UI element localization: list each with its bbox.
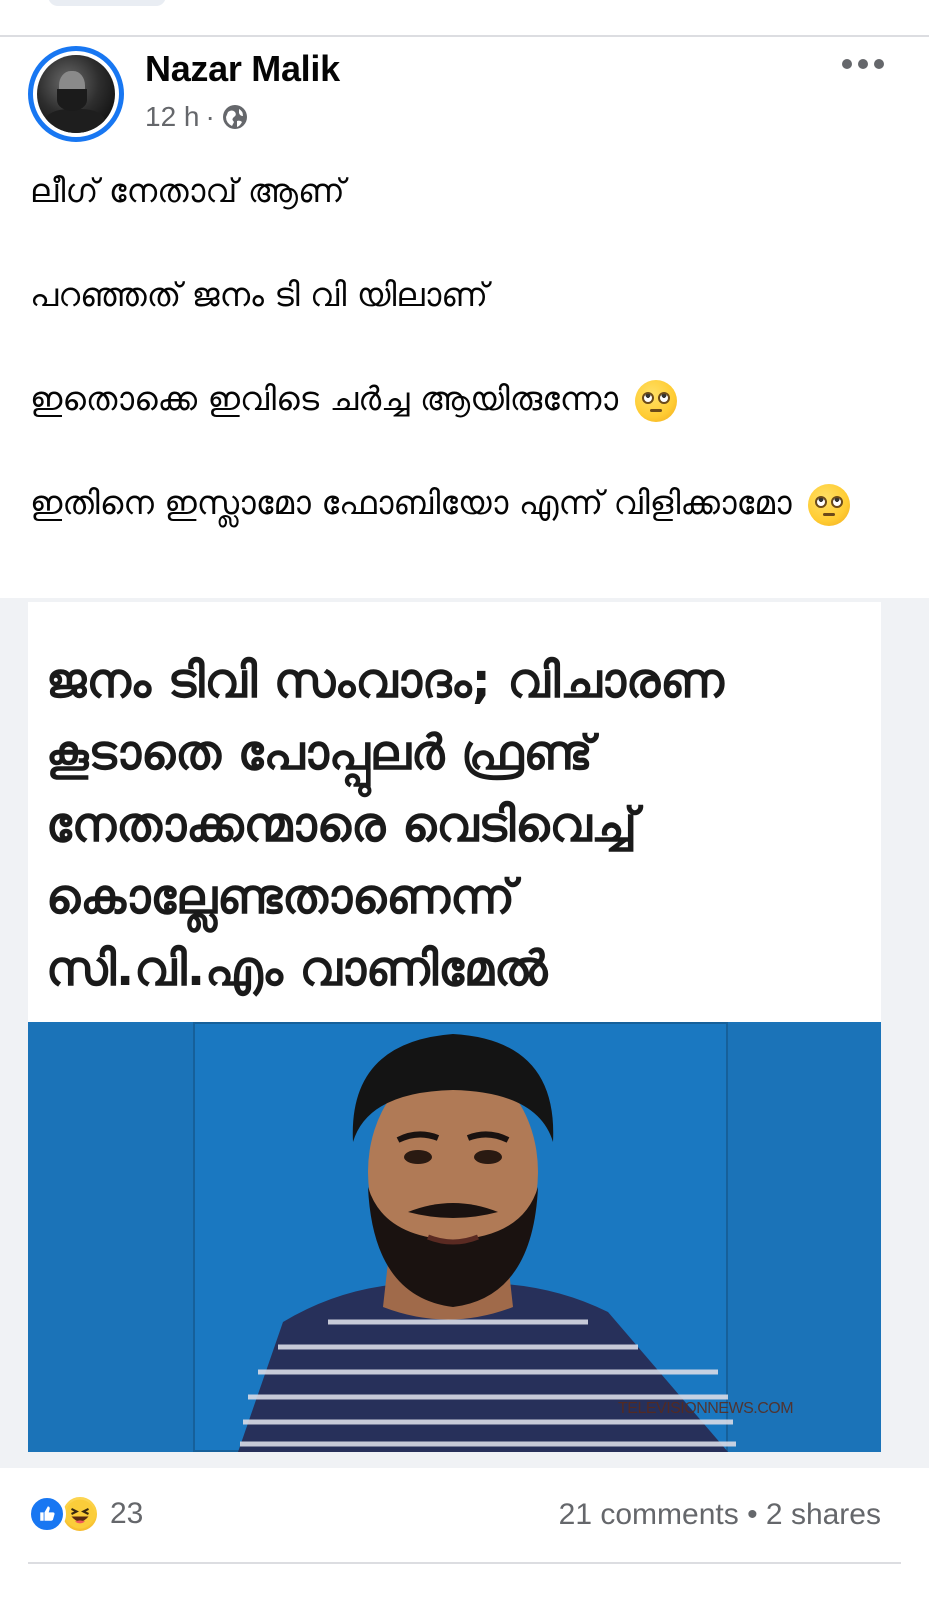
reaction-count: 23 bbox=[110, 1497, 144, 1530]
post-paragraph: ഇതൊക്കെ ഇവിടെ ചർച്ച ആയിരുന്നോ bbox=[30, 373, 890, 425]
post-paragraph: പറഞ്ഞത് ജനം ടി വി യിലാണ് bbox=[30, 275, 488, 314]
post-meta: 12 h · bbox=[145, 101, 249, 133]
top-divider bbox=[0, 35, 929, 37]
more-options-icon[interactable] bbox=[842, 56, 884, 72]
face-with-rolling-eyes-icon bbox=[808, 483, 851, 526]
post-paragraph: ഇതിനെ ഇസ്ലാമോ ഫോബിയോ എന്ന് വിളിക്കാമോ bbox=[30, 477, 890, 529]
haha-icon bbox=[60, 1494, 100, 1534]
photo-watermark: TELEVISIONNEWS.COM bbox=[618, 1400, 794, 1417]
headline-line: നേതാക്കന്മാരെ വെടിവെച്ച് bbox=[46, 797, 638, 853]
person-photo bbox=[238, 1034, 736, 1452]
post-time[interactable]: 12 h bbox=[145, 101, 200, 133]
post-paragraph: ലീഗ് നേതാവ് ആണ് bbox=[30, 171, 345, 210]
bottom-divider bbox=[28, 1562, 901, 1564]
globe-icon[interactable] bbox=[221, 103, 249, 131]
headline-line: ജനം ടിവി സംവാദം; വിചാരണ bbox=[46, 653, 724, 709]
reactions-summary[interactable]: 23 bbox=[28, 1494, 143, 1534]
comments-count[interactable]: 21 comments bbox=[559, 1498, 739, 1531]
news-photo[interactable]: TELEVISIONNEWS.COM bbox=[28, 1022, 881, 1452]
like-icon bbox=[28, 1495, 66, 1533]
author-avatar[interactable] bbox=[28, 46, 124, 142]
headline-line: സി.വി.എം വാണിമേൽ bbox=[46, 941, 548, 997]
author-name[interactable]: Nazar Malik bbox=[145, 48, 340, 90]
shares-count[interactable]: 2 shares bbox=[766, 1498, 881, 1531]
avatar-photo bbox=[37, 55, 115, 133]
stats-dot: • bbox=[747, 1498, 758, 1531]
meta-separator: · bbox=[205, 101, 215, 132]
face-with-rolling-eyes-icon bbox=[634, 379, 677, 422]
headline-line: കൂടാതെ പോപ്പുലർ ഫ്രണ്ട് bbox=[46, 725, 593, 781]
headline-line: കൊല്ലേണ്ടതാണെന്ന് bbox=[46, 869, 515, 925]
previous-post-pill bbox=[48, 0, 166, 6]
post-text: ലീഗ് നേതാവ് ആണ് പറഞ്ഞത് ജനം ടി വി യിലാണ്… bbox=[30, 165, 890, 529]
news-headline: ജനം ടിവി സംവാദം; വിചാരണ കൂടാതെ പോപ്പുലർ … bbox=[46, 645, 866, 1005]
engagement-stats: 21 comments • 2 shares bbox=[559, 1498, 881, 1532]
